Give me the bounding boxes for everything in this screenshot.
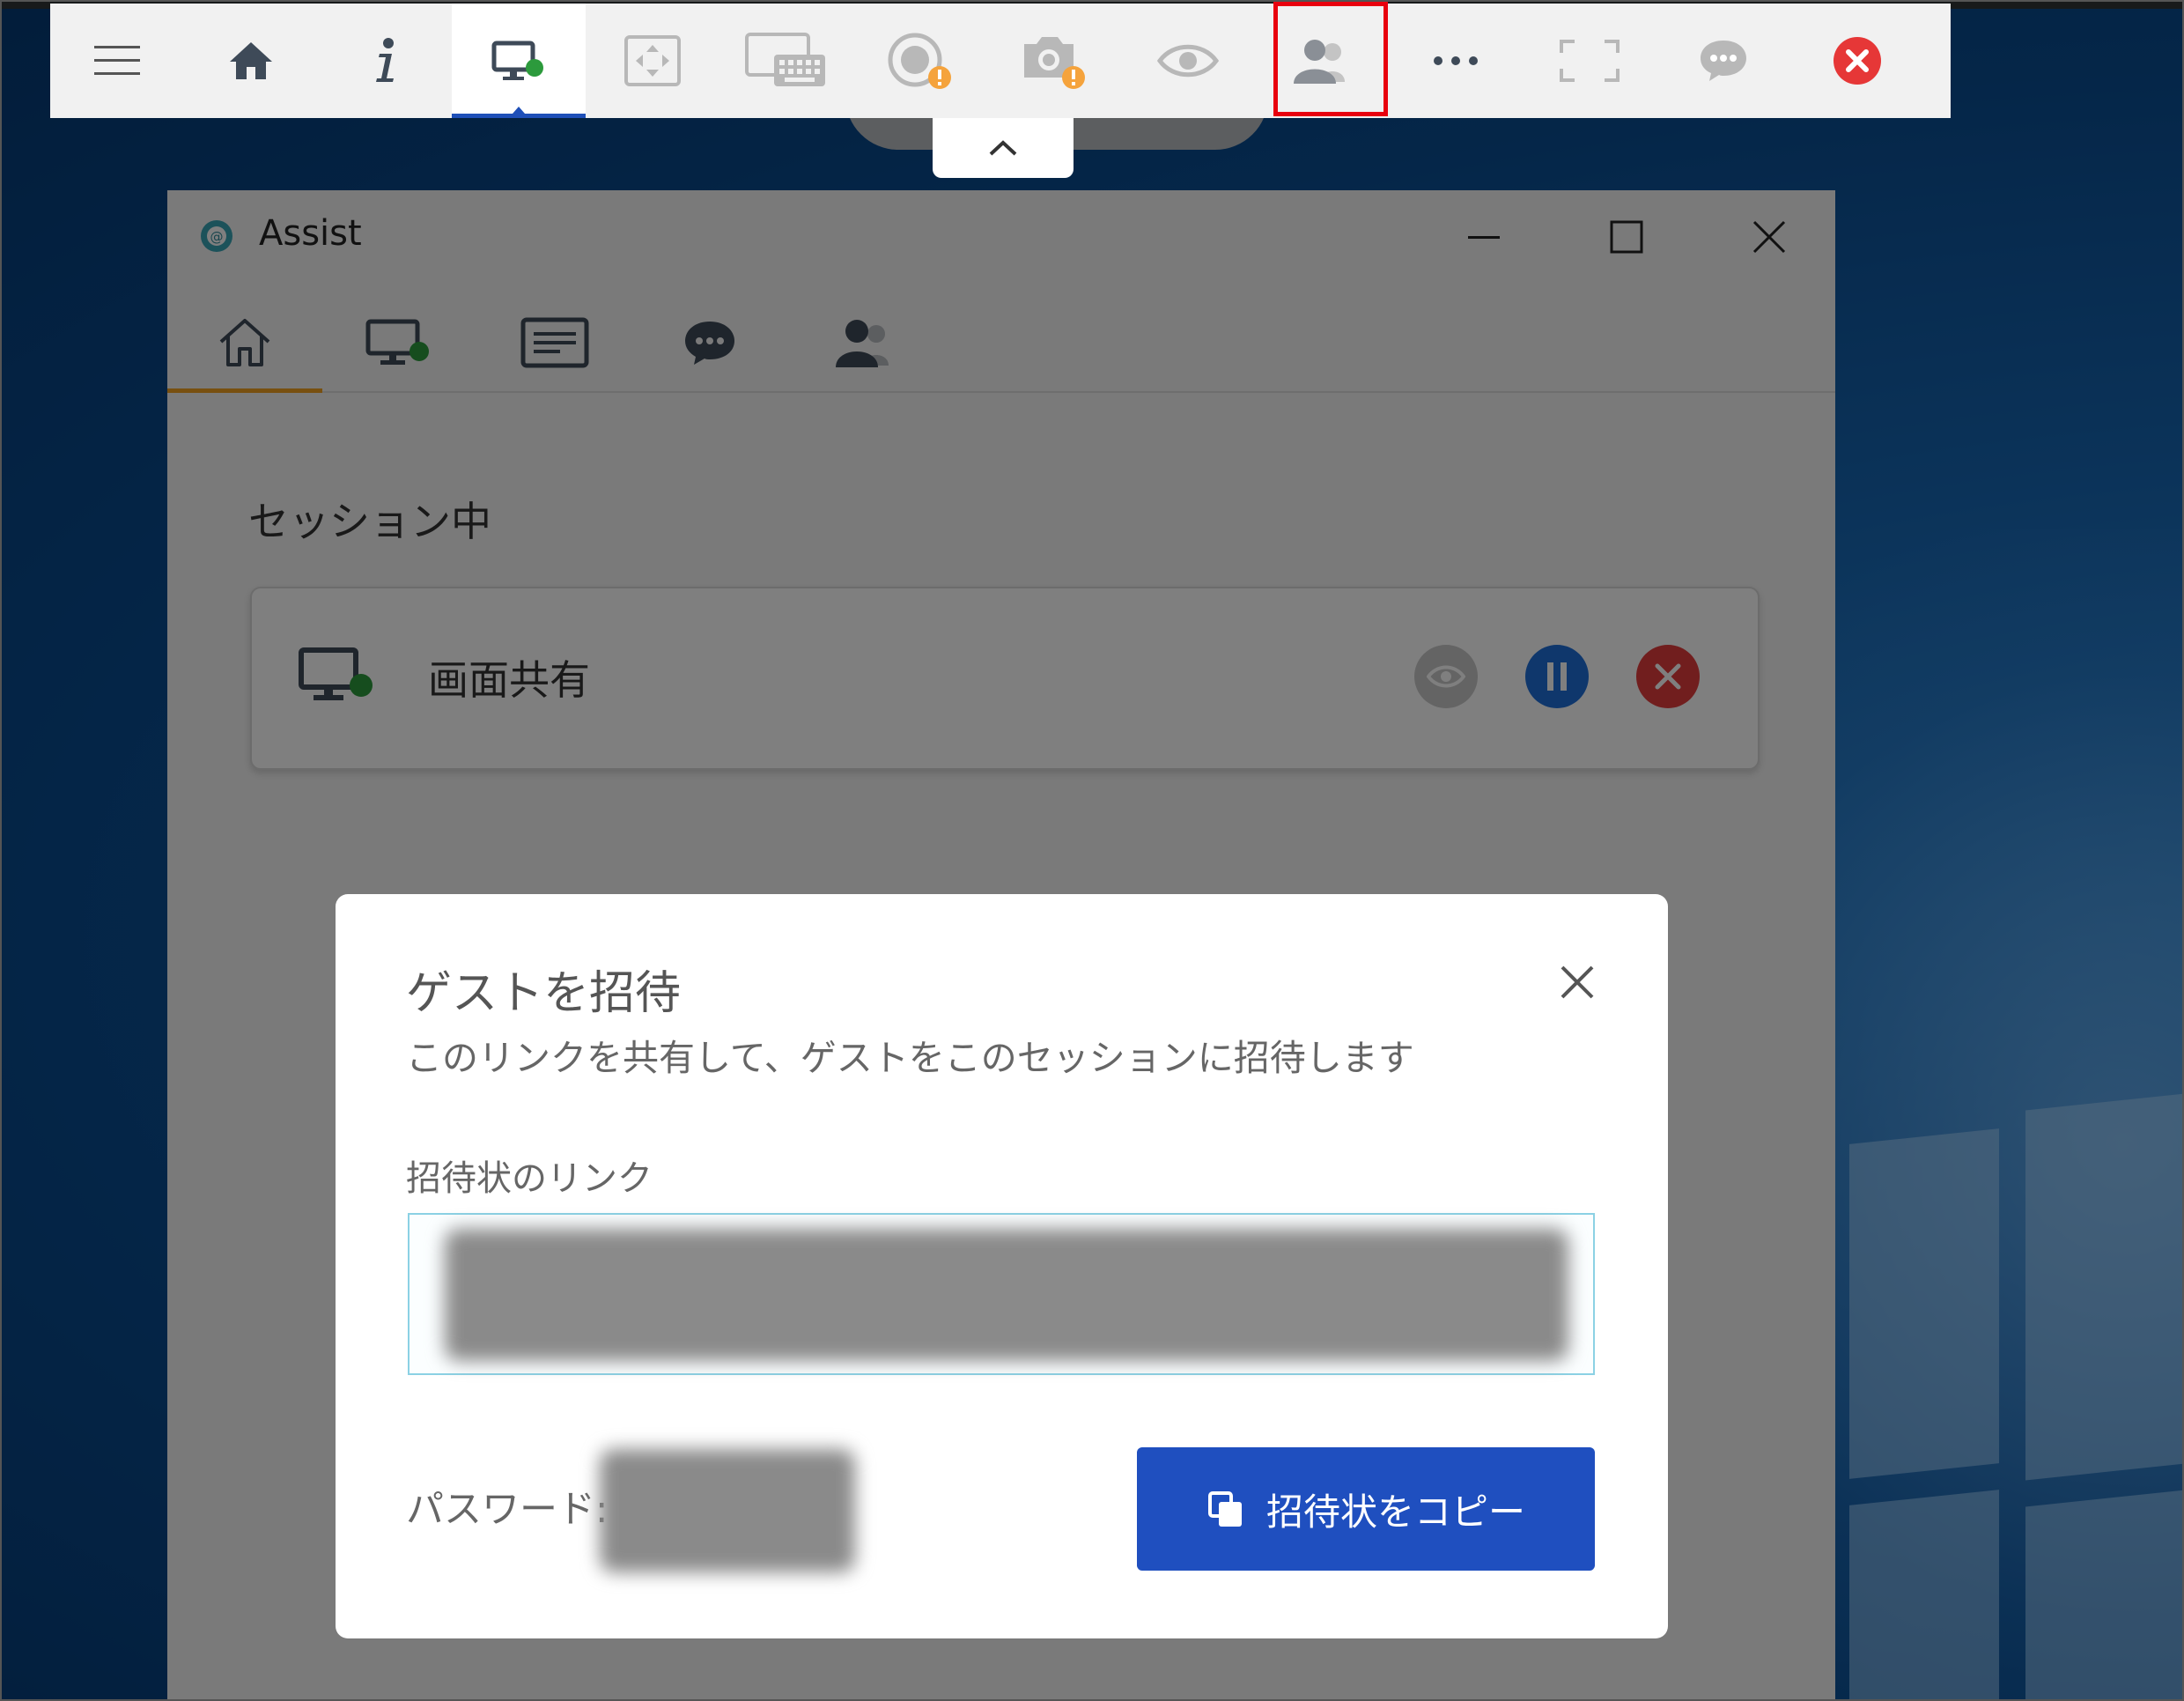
menu-button[interactable] bbox=[50, 4, 184, 118]
hamburger-menu-icon bbox=[94, 46, 140, 75]
info-icon bbox=[376, 38, 394, 82]
screenshot-button[interactable] bbox=[987, 4, 1121, 118]
close-icon bbox=[1561, 965, 1594, 999]
screen-share-button[interactable] bbox=[452, 4, 586, 118]
fit-to-screen-icon bbox=[624, 35, 681, 86]
invite-link-field[interactable] bbox=[408, 1213, 1595, 1375]
more-button[interactable] bbox=[1389, 4, 1523, 118]
eye-icon bbox=[1157, 44, 1219, 78]
dialog-subtitle: このリンクを共有して、ゲストをこのセッションに招待します bbox=[406, 1037, 1414, 1079]
home-button[interactable] bbox=[184, 4, 318, 118]
view-only-button[interactable] bbox=[1121, 4, 1255, 118]
password-label: パスワード: bbox=[406, 1488, 609, 1532]
record-warning-icon bbox=[888, 33, 951, 89]
redacted-link bbox=[445, 1229, 1568, 1361]
toolbar-collapse-button[interactable] bbox=[933, 118, 1074, 178]
invite-link-label: 招待状のリンク bbox=[406, 1158, 653, 1199]
remote-toolbar bbox=[50, 4, 1951, 118]
copy-invite-label: 招待状をコピー bbox=[1265, 1490, 1525, 1534]
dialog-title: ゲストを招待 bbox=[406, 967, 682, 1020]
keyboard-button[interactable] bbox=[719, 4, 853, 118]
fullscreen-icon bbox=[1560, 40, 1620, 82]
copy-icon bbox=[1207, 1491, 1242, 1527]
copy-invite-button[interactable]: 招待状をコピー bbox=[1137, 1447, 1595, 1571]
fullscreen-button[interactable] bbox=[1523, 4, 1656, 118]
invite-guest-dialog: ゲストを招待 このリンクを共有して、ゲストをこのセッションに招待します 招待状の… bbox=[336, 894, 1668, 1638]
fit-screen-button[interactable] bbox=[586, 4, 719, 118]
more-horizontal-icon bbox=[1434, 56, 1478, 65]
chevron-up-icon bbox=[989, 140, 1017, 156]
end-session-button[interactable] bbox=[1790, 4, 1924, 118]
chat-button[interactable] bbox=[1656, 4, 1790, 118]
keyboard-icon bbox=[745, 33, 825, 86]
info-button[interactable] bbox=[318, 4, 452, 118]
redacted-password bbox=[600, 1449, 855, 1572]
dialog-close-button[interactable] bbox=[1551, 956, 1604, 1009]
camera-warning-icon bbox=[1024, 37, 1085, 89]
chat-bubble-icon bbox=[1701, 41, 1746, 81]
record-button[interactable] bbox=[853, 4, 987, 118]
close-circle-icon bbox=[1834, 37, 1881, 85]
home-icon bbox=[230, 42, 272, 79]
monitor-online-icon bbox=[491, 41, 543, 80]
highlight-box bbox=[1273, 2, 1388, 116]
